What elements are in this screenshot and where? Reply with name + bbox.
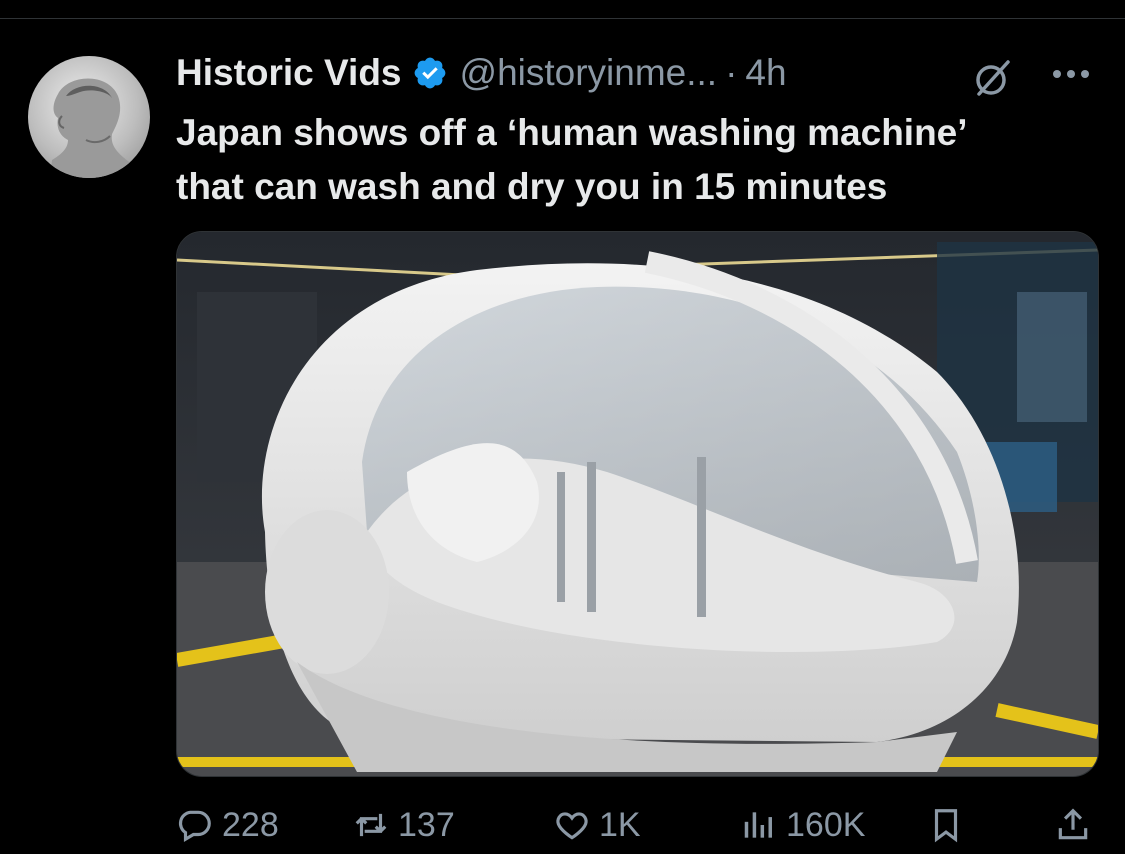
avatar[interactable] bbox=[28, 56, 150, 178]
repost-icon bbox=[355, 813, 387, 837]
heart-icon bbox=[556, 812, 588, 840]
share-icon bbox=[1058, 808, 1088, 840]
repost-count: 137 bbox=[398, 805, 455, 844]
washing-machine-photo bbox=[177, 232, 1098, 776]
views-chart-icon bbox=[744, 812, 772, 838]
views-button[interactable]: 160K bbox=[740, 800, 865, 850]
reply-count: 228 bbox=[222, 805, 279, 844]
repost-button[interactable]: 137 bbox=[352, 800, 455, 850]
bookmark-icon bbox=[934, 809, 958, 843]
author-name[interactable]: Historic Vids bbox=[176, 52, 402, 94]
share-button[interactable] bbox=[1054, 800, 1092, 850]
bust-portrait bbox=[50, 78, 132, 178]
reply-button[interactable]: 228 bbox=[176, 800, 279, 850]
grok-icon[interactable] bbox=[970, 56, 1014, 100]
verified-badge-icon[interactable] bbox=[412, 55, 448, 91]
separator-dot: · bbox=[725, 52, 738, 93]
post-text-line-1: Japan shows off a ‘human washing machine… bbox=[176, 112, 968, 153]
top-divider bbox=[0, 18, 1125, 19]
like-button[interactable]: 1K bbox=[553, 800, 641, 850]
post-image[interactable] bbox=[176, 231, 1099, 777]
reply-icon bbox=[178, 810, 211, 843]
post-text: Japan shows off a ‘human washing machine… bbox=[176, 106, 1106, 214]
post-text-line-2: that can wash and dry you in 15 minutes bbox=[176, 166, 888, 207]
like-count: 1K bbox=[599, 805, 641, 844]
post-time[interactable]: 4h bbox=[745, 52, 786, 94]
bookmark-button[interactable] bbox=[927, 800, 965, 850]
more-dots-icon[interactable] bbox=[1046, 54, 1096, 94]
post-header: Historic Vids @historyinme... · 4h bbox=[176, 50, 1106, 96]
author-handle[interactable]: @historyinme... bbox=[460, 52, 718, 94]
post-actions: 228 137 1K 160K bbox=[0, 800, 1125, 850]
views-count: 160K bbox=[786, 805, 866, 844]
